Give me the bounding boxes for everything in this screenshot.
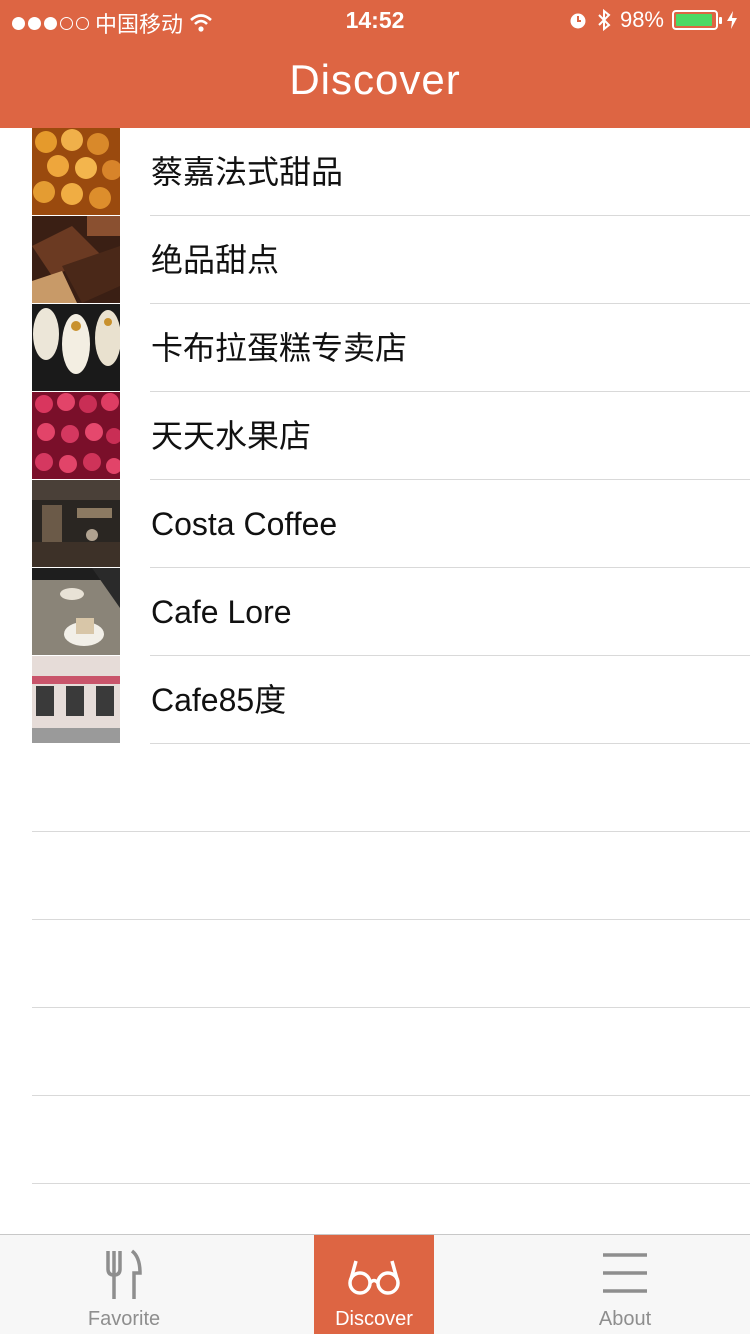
divider bbox=[32, 1183, 750, 1184]
status-bar: 中国移动 14:52 98% bbox=[0, 0, 750, 40]
shop-list: 蔡嘉法式甜品 绝品甜点 卡布拉蛋糕专卖店 天天水果店 Costa Coffee … bbox=[0, 128, 750, 1184]
tab-about[interactable]: About bbox=[565, 1235, 685, 1334]
list-item[interactable]: 蔡嘉法式甜品 bbox=[0, 128, 750, 216]
status-right: 98% bbox=[568, 7, 738, 33]
cupcake-thumbnail bbox=[32, 304, 120, 391]
empty-row bbox=[0, 744, 750, 832]
tab-bar: Favorite Discover About bbox=[0, 1234, 750, 1334]
empty-row bbox=[0, 920, 750, 1008]
list-item-label: 蔡嘉法式甜品 bbox=[151, 154, 344, 190]
chocolate-thumbnail bbox=[32, 216, 120, 303]
tab-favorite[interactable]: Favorite bbox=[64, 1235, 184, 1334]
battery-icon bbox=[672, 10, 722, 30]
coffee-shop-thumbnail bbox=[32, 480, 120, 567]
list-item-label: 天天水果店 bbox=[151, 418, 312, 454]
list-item[interactable]: 卡布拉蛋糕专卖店 bbox=[0, 304, 750, 392]
list-item-label: 绝品甜点 bbox=[151, 242, 280, 278]
list-item[interactable]: 绝品甜点 bbox=[0, 216, 750, 304]
nav-bar: 中国移动 14:52 98% Discover bbox=[0, 0, 750, 128]
list-item-label: Cafe Lore bbox=[151, 594, 292, 630]
list-item[interactable]: Cafe Lore bbox=[0, 568, 750, 656]
tab-label: Favorite bbox=[87, 1308, 161, 1330]
bluetooth-icon bbox=[598, 8, 611, 32]
fork-knife-icon bbox=[106, 1249, 142, 1299]
tab-label: Discover bbox=[335, 1308, 413, 1330]
list-item-label: Cafe85度 bbox=[151, 682, 287, 718]
alarm-icon bbox=[570, 13, 586, 29]
list-item[interactable]: 天天水果店 bbox=[0, 392, 750, 480]
raspberry-thumbnail bbox=[32, 392, 120, 479]
latte-thumbnail bbox=[32, 568, 120, 655]
page-title: Discover bbox=[289, 56, 461, 103]
list-item-label: Costa Coffee bbox=[151, 506, 338, 542]
list-item[interactable]: Costa Coffee bbox=[0, 480, 750, 568]
menu-icon bbox=[603, 1253, 647, 1293]
charging-icon bbox=[727, 11, 737, 29]
list-item-label: 卡布拉蛋糕专卖店 bbox=[151, 330, 408, 366]
glasses-icon bbox=[348, 1260, 400, 1295]
empty-row bbox=[0, 1096, 750, 1184]
battery-percent: 98% bbox=[619, 7, 664, 32]
tab-discover[interactable]: Discover bbox=[314, 1235, 434, 1334]
storefront-thumbnail bbox=[32, 656, 120, 743]
empty-row bbox=[0, 832, 750, 920]
empty-row bbox=[0, 1008, 750, 1096]
list-item[interactable]: Cafe85度 bbox=[0, 656, 750, 744]
pastry-thumbnail bbox=[32, 128, 120, 215]
tab-label: About bbox=[598, 1308, 652, 1330]
